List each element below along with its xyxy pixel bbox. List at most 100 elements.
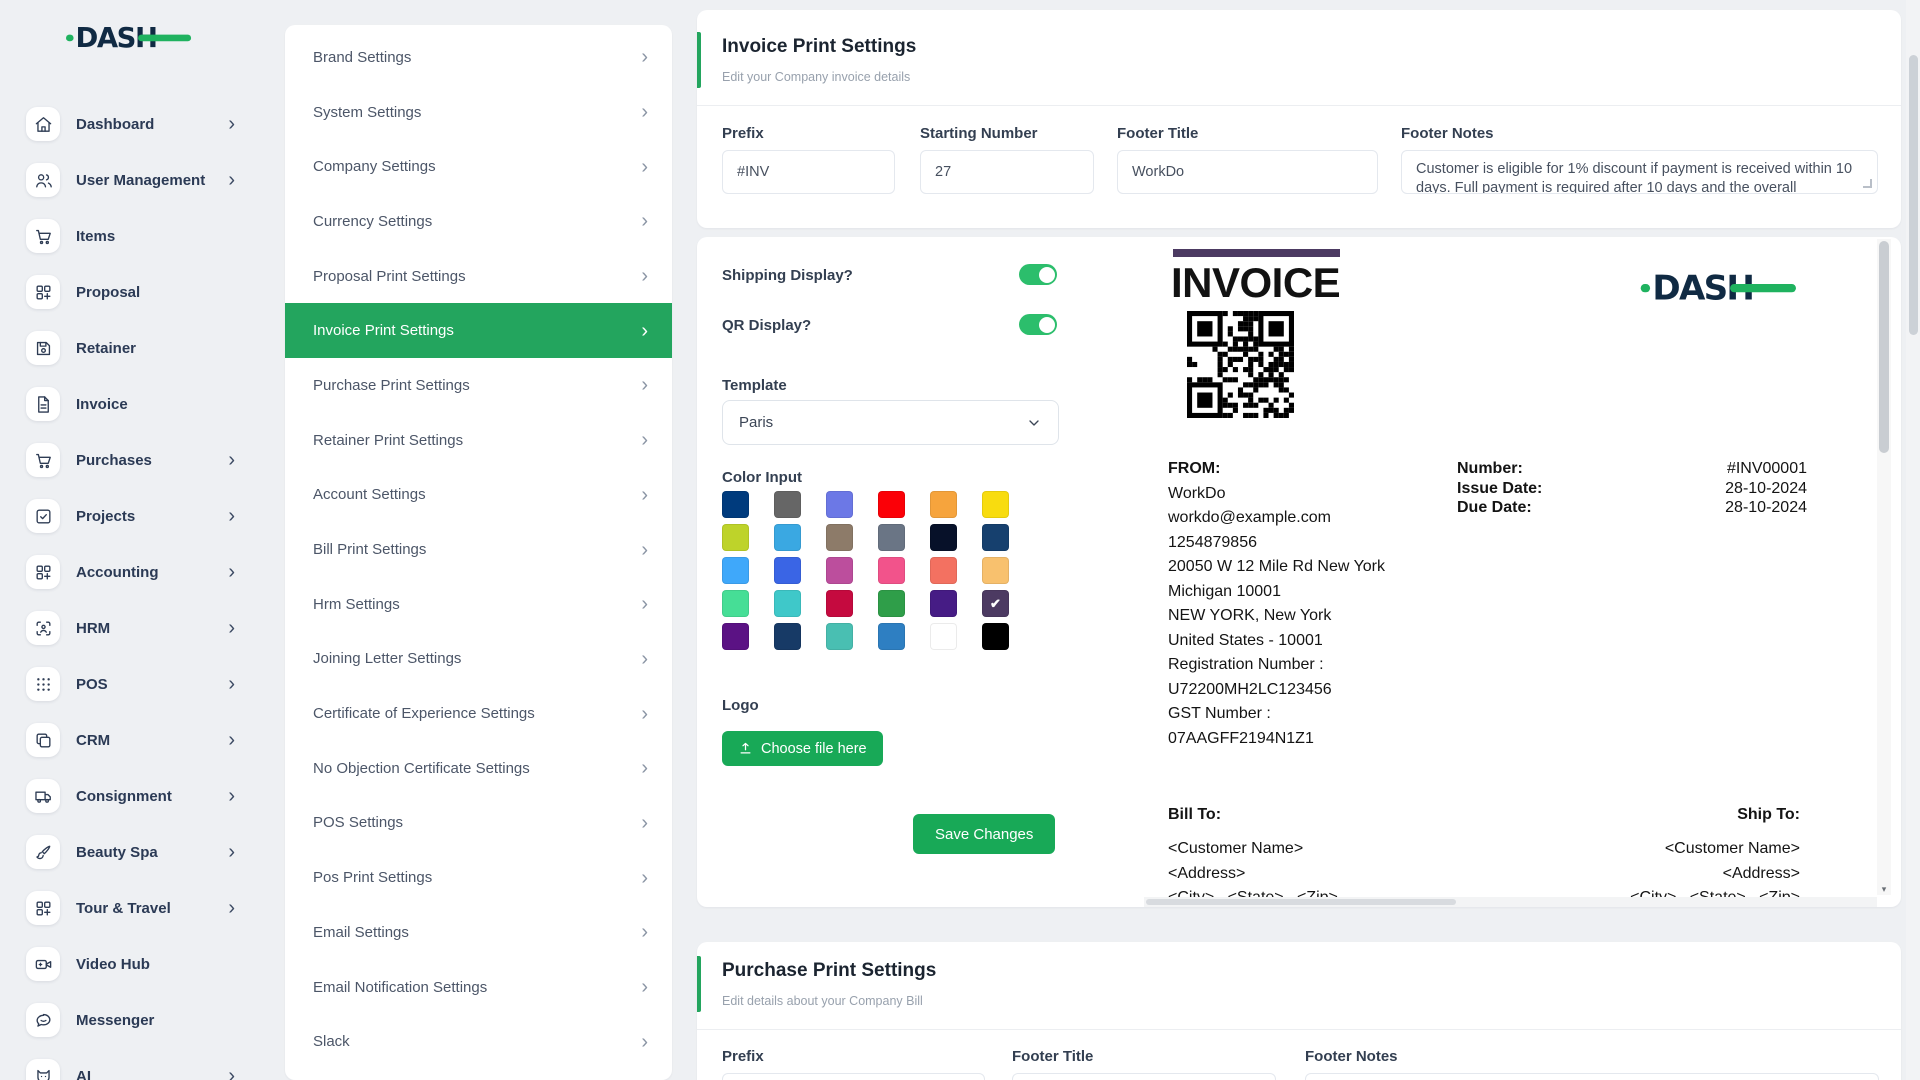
sidebar-item-purchases[interactable]: Purchases › — [0, 432, 265, 488]
purchase-footer-notes-textarea[interactable] — [1305, 1073, 1879, 1080]
color-swatch-16[interactable]: ✔ — [930, 557, 957, 584]
color-swatch-13[interactable]: ✔ — [774, 557, 801, 584]
color-swatch-24[interactable]: ✔ — [722, 623, 749, 650]
save-changes-button[interactable]: Save Changes — [913, 814, 1055, 854]
settings-item-company-settings[interactable]: Company Settings › — [285, 139, 672, 194]
preview-hscrollbar-thumb[interactable] — [1146, 899, 1456, 905]
color-swatch-7[interactable]: ✔ — [774, 524, 801, 551]
prefix-input[interactable] — [722, 150, 895, 194]
settings-item-account-settings[interactable]: Account Settings › — [285, 468, 672, 523]
settings-item-joining-letter-settings[interactable]: Joining Letter Settings › — [285, 632, 672, 687]
settings-item-bill-print-settings[interactable]: Bill Print Settings › — [285, 522, 672, 577]
settings-item-proposal-print-settings[interactable]: Proposal Print Settings › — [285, 249, 672, 304]
color-swatch-29[interactable]: ✔ — [982, 623, 1009, 650]
color-swatch-18[interactable]: ✔ — [722, 590, 749, 617]
color-swatch-5[interactable]: ✔ — [982, 491, 1009, 518]
shipping-display-toggle[interactable] — [1019, 264, 1057, 285]
sidebar-item-items[interactable]: Items › — [0, 208, 265, 264]
settings-item-currency-settings[interactable]: Currency Settings › — [285, 194, 672, 249]
footer-title-label: Footer Title — [1117, 125, 1198, 142]
settings-item-purchase-print-settings[interactable]: Purchase Print Settings › — [285, 358, 672, 413]
sidebar-item-messenger[interactable]: Messenger › — [0, 992, 265, 1048]
cart-icon — [26, 219, 60, 253]
color-swatch-2[interactable]: ✔ — [826, 491, 853, 518]
preview-vertical-scrollbar[interactable]: ▾ — [1877, 239, 1891, 895]
footer-notes-textarea[interactable]: Customer is eligible for 1% discount if … — [1401, 150, 1878, 194]
sidebar-item-pos[interactable]: POS › — [0, 656, 265, 712]
color-swatch-22[interactable]: ✔ — [930, 590, 957, 617]
color-swatch-23[interactable]: ✔ — [982, 590, 1009, 617]
color-swatch-25[interactable]: ✔ — [774, 623, 801, 650]
preview-scrollbar-thumb[interactable] — [1879, 241, 1889, 453]
color-swatch-8[interactable]: ✔ — [826, 524, 853, 551]
color-swatch-20[interactable]: ✔ — [826, 590, 853, 617]
color-swatch-15[interactable]: ✔ — [878, 557, 905, 584]
color-swatch-1[interactable]: ✔ — [774, 491, 801, 518]
sidebar-item-dashboard[interactable]: Dashboard › — [0, 96, 265, 152]
from-line: 20050 W 12 Mile Rd New York — [1168, 555, 1385, 580]
page-scrollbar[interactable] — [1906, 0, 1920, 1080]
color-swatch-10[interactable]: ✔ — [930, 524, 957, 551]
color-swatch-26[interactable]: ✔ — [826, 623, 853, 650]
settings-item-retainer-print-settings[interactable]: Retainer Print Settings › — [285, 413, 672, 468]
sidebar-item-accounting[interactable]: Accounting › — [0, 544, 265, 600]
settings-item-brand-settings[interactable]: Brand Settings › — [285, 30, 672, 85]
template-select[interactable]: Paris — [722, 400, 1059, 445]
settings-item-email-settings[interactable]: Email Settings › — [285, 905, 672, 960]
sidebar-item-beauty-spa[interactable]: Beauty Spa › — [0, 824, 265, 880]
settings-item-pos-settings[interactable]: POS Settings › — [285, 796, 672, 851]
settings-item-email-notification-settings[interactable]: Email Notification Settings › — [285, 960, 672, 1015]
color-swatch-9[interactable]: ✔ — [878, 524, 905, 551]
sidebar-item-tour-travel[interactable]: Tour & Travel › — [0, 880, 265, 936]
sidebar-item-proposal[interactable]: Proposal › — [0, 264, 265, 320]
color-swatch-12[interactable]: ✔ — [722, 557, 749, 584]
settings-item-slack[interactable]: Slack › — [285, 1014, 672, 1069]
settings-item-system-settings[interactable]: System Settings › — [285, 85, 672, 140]
page-scrollbar-thumb[interactable] — [1909, 55, 1918, 335]
settings-item-label: Account Settings — [313, 486, 426, 503]
settings-item-hrm-settings[interactable]: Hrm Settings › — [285, 577, 672, 632]
chevron-right-icon: › — [641, 375, 648, 395]
color-swatch-21[interactable]: ✔ — [878, 590, 905, 617]
chevron-right-icon: › — [228, 506, 235, 526]
color-swatch-27[interactable]: ✔ — [878, 623, 905, 650]
color-swatch-0[interactable]: ✔ — [722, 491, 749, 518]
sidebar-item-projects[interactable]: Projects › — [0, 488, 265, 544]
sidebar-item-video-hub[interactable]: Video Hub › — [0, 936, 265, 992]
color-swatch-17[interactable]: ✔ — [982, 557, 1009, 584]
sidebar-item-invoice[interactable]: Invoice › — [0, 376, 265, 432]
color-input-label: Color Input — [722, 469, 802, 486]
app-logo[interactable]: DASH — [66, 16, 193, 58]
settings-item-invoice-print-settings[interactable]: Invoice Print Settings › — [285, 303, 672, 358]
purchase-footer-title-input[interactable] — [1012, 1073, 1276, 1080]
scan-user-icon — [26, 611, 60, 645]
starting-number-input[interactable] — [920, 150, 1094, 194]
sidebar-item-hrm[interactable]: HRM › — [0, 600, 265, 656]
color-swatch-19[interactable]: ✔ — [774, 590, 801, 617]
sidebar-item-crm[interactable]: CRM › — [0, 712, 265, 768]
color-swatch-3[interactable]: ✔ — [878, 491, 905, 518]
purchase-prefix-input[interactable] — [722, 1073, 985, 1080]
settings-item-label: Brand Settings — [313, 49, 411, 66]
settings-item-certificate-of-experience-settings[interactable]: Certificate of Experience Settings › — [285, 686, 672, 741]
sidebar-item-ai[interactable]: AI › — [0, 1048, 265, 1080]
color-swatch-4[interactable]: ✔ — [930, 491, 957, 518]
color-swatch-6[interactable]: ✔ — [722, 524, 749, 551]
color-swatch-28[interactable]: ✔ — [930, 623, 957, 650]
qr-display-toggle[interactable] — [1019, 314, 1057, 335]
settings-item-pos-print-settings[interactable]: Pos Print Settings › — [285, 850, 672, 905]
preview-horizontal-scrollbar[interactable] — [1144, 897, 1877, 907]
settings-item-no-objection-certificate-settings[interactable]: No Objection Certificate Settings › — [285, 741, 672, 796]
color-swatch-14[interactable]: ✔ — [826, 557, 853, 584]
footer-title-input[interactable] — [1117, 150, 1378, 194]
sidebar-item-retainer[interactable]: Retainer › — [0, 320, 265, 376]
settings-item-label: Email Notification Settings — [313, 979, 487, 996]
sidebar-item-user-management[interactable]: User Management › — [0, 152, 265, 208]
chevron-right-icon: › — [228, 618, 235, 638]
settings-nav-panel: Brand Settings › System Settings › Compa… — [285, 25, 672, 1080]
scroll-down-arrow-icon[interactable]: ▾ — [1879, 884, 1889, 895]
choose-file-button[interactable]: Choose file here — [722, 731, 883, 766]
sidebar-item-consignment[interactable]: Consignment › — [0, 768, 265, 824]
color-swatch-11[interactable]: ✔ — [982, 524, 1009, 551]
qr-code — [1187, 311, 1294, 423]
